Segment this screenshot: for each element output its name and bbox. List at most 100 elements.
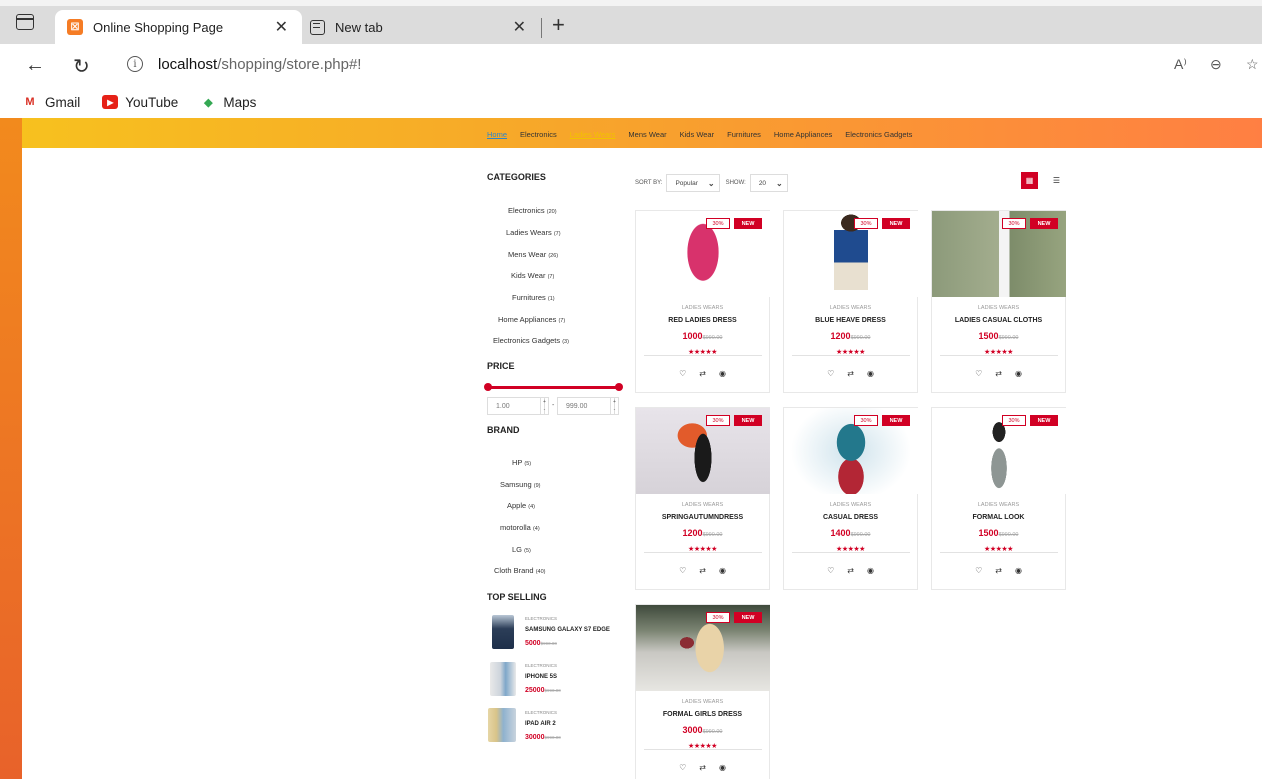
price-slider[interactable] (484, 383, 623, 391)
bookmark-maps[interactable]: ◆ Maps (200, 95, 256, 110)
top-selling-name[interactable]: IPHONE 5S (525, 674, 557, 680)
nav-electronics[interactable]: Electronics (520, 130, 557, 139)
price-min-stepper[interactable]: + - (540, 397, 549, 415)
show-select[interactable]: 20 ⌄ (749, 174, 788, 192)
tab-new-tab[interactable]: New tab ✕ (300, 10, 540, 44)
price-slider-max-handle[interactable] (615, 383, 623, 391)
compare-icon[interactable]: ⇄ (699, 566, 706, 575)
product-name[interactable]: SPRINGAUTUMNDRESS (636, 514, 769, 521)
brand-samsung[interactable]: Samsung (9) (500, 480, 541, 489)
site-info-icon[interactable]: i (127, 56, 143, 72)
category-furnitures[interactable]: Furnitures (1) (512, 293, 555, 302)
quick-view-icon[interactable]: ◉ (719, 763, 726, 772)
compare-icon[interactable]: ⇄ (995, 369, 1002, 378)
nav-kids-wear[interactable]: Kids Wear (680, 130, 714, 139)
new-tab-button[interactable]: + (552, 14, 565, 36)
tab-actions-icon[interactable] (16, 14, 34, 30)
price-max-input[interactable]: 999.00 (557, 397, 615, 415)
tab-online-shopping[interactable]: ☒ Online Shopping Page ✕ (55, 10, 302, 44)
top-selling-image[interactable] (488, 708, 516, 742)
compare-icon[interactable]: ⇄ (699, 369, 706, 378)
favorite-star-icon[interactable]: ☆ (1246, 56, 1259, 73)
zoom-icon[interactable]: ⊖ (1210, 56, 1222, 73)
quick-view-icon[interactable]: ◉ (1015, 566, 1022, 575)
price-max-stepper[interactable]: + - (610, 397, 619, 415)
compare-icon[interactable]: ⇄ (995, 566, 1002, 575)
top-selling-image[interactable] (490, 662, 516, 696)
product-price: 1500$990.00 (932, 528, 1065, 538)
category-name: Electronics (508, 206, 545, 215)
bookmark-gmail[interactable]: M Gmail (22, 95, 80, 110)
category-electronics[interactable]: Electronics (20) (508, 206, 557, 215)
close-tab-icon[interactable]: ✕ (275, 17, 288, 37)
brand-cloth-brand[interactable]: Cloth Brand (40) (494, 566, 545, 575)
price-separator: - (552, 402, 555, 409)
nav-electronics-gadgets[interactable]: Electronics Gadgets (845, 130, 912, 139)
list-view-button[interactable]: ☰ (1048, 172, 1065, 189)
nav-home[interactable]: Home (487, 130, 507, 139)
product-card[interactable]: 30% NEW LADIES WEARS RED LADIES DRESS 10… (635, 210, 770, 393)
wishlist-icon[interactable]: ♡ (827, 566, 834, 575)
nav-home-appliances[interactable]: Home Appliances (774, 130, 832, 139)
quick-view-icon[interactable]: ◉ (719, 566, 726, 575)
wishlist-icon[interactable]: ♡ (975, 369, 982, 378)
brand-lg[interactable]: LG (5) (512, 545, 531, 554)
product-card[interactable]: 30% NEW LADIES WEARS LADIES CASUAL CLOTH… (931, 210, 1066, 393)
price-slider-min-handle[interactable] (484, 383, 492, 391)
url-field[interactable]: localhost/shopping/store.php#! (158, 56, 361, 73)
product-name[interactable]: CASUAL DRESS (784, 514, 917, 521)
category-name: Home Appliances (498, 315, 557, 324)
product-name[interactable]: LADIES CASUAL CLOTHS (932, 317, 1065, 324)
product-price: 1000$990.00 (636, 331, 769, 341)
compare-icon[interactable]: ⇄ (699, 763, 706, 772)
back-icon[interactable]: ← (25, 54, 45, 77)
brand-motorolla[interactable]: motorolla (4) (500, 523, 540, 532)
product-actions: ♡ ⇄ ◉ (784, 369, 917, 378)
close-tab-icon[interactable]: ✕ (513, 17, 526, 37)
quick-view-icon[interactable]: ◉ (719, 369, 726, 378)
wishlist-icon[interactable]: ♡ (679, 369, 686, 378)
refresh-icon[interactable]: ↻ (73, 54, 90, 79)
old-price: $990.00 (702, 729, 723, 735)
top-selling-name[interactable]: IPAD AIR 2 (525, 721, 556, 727)
new-badge: NEW (734, 415, 762, 426)
product-name[interactable]: RED LADIES DRESS (636, 317, 769, 324)
brand-apple[interactable]: Apple (4) (507, 501, 535, 510)
read-aloud-icon[interactable]: A⁾ (1174, 56, 1187, 73)
wishlist-icon[interactable]: ♡ (679, 763, 686, 772)
price-min-input[interactable]: 1.00 (487, 397, 545, 415)
top-selling-image[interactable] (492, 615, 514, 649)
category-electronics-gadgets[interactable]: Electronics Gadgets (3) (493, 336, 569, 345)
product-card[interactable]: 30% NEW LADIES WEARS CASUAL DRESS 1400$9… (783, 407, 918, 590)
compare-icon[interactable]: ⇄ (847, 369, 854, 378)
wishlist-icon[interactable]: ♡ (679, 566, 686, 575)
brand-hp[interactable]: HP (5) (512, 458, 531, 467)
category-home-appliances[interactable]: Home Appliances (7) (498, 315, 565, 324)
nav-mens-wear[interactable]: Mens Wear (628, 130, 666, 139)
category-mens-wear[interactable]: Mens Wear (26) (508, 250, 558, 259)
quick-view-icon[interactable]: ◉ (867, 566, 874, 575)
product-card[interactable]: 30% NEW LADIES WEARS FORMAL LOOK 1500$99… (931, 407, 1066, 590)
compare-icon[interactable]: ⇄ (847, 566, 854, 575)
product-name[interactable]: FORMAL GIRLS DRESS (636, 711, 769, 718)
quick-view-icon[interactable]: ◉ (1015, 369, 1022, 378)
grid-view-button[interactable]: ▦ (1021, 172, 1038, 189)
product-card[interactable]: 30% NEW LADIES WEARS FORMAL GIRLS DRESS … (635, 604, 770, 779)
product-name[interactable]: FORMAL LOOK (932, 514, 1065, 521)
sort-select[interactable]: Popular ⌄ (666, 174, 720, 192)
wishlist-icon[interactable]: ♡ (827, 369, 834, 378)
categories-title: CATEGORIES (487, 172, 546, 182)
product-card[interactable]: 30% NEW LADIES WEARS BLUE HEAVE DRESS 12… (783, 210, 918, 393)
nav-ladies-wears[interactable]: Ladies Wears (570, 130, 616, 139)
quick-view-icon[interactable]: ◉ (867, 369, 874, 378)
bookmark-youtube[interactable]: ▶ YouTube (102, 95, 178, 110)
wishlist-icon[interactable]: ♡ (975, 566, 982, 575)
nav-furnitures[interactable]: Furnitures (727, 130, 761, 139)
top-selling-name[interactable]: SAMSUNG GALAXY S7 EDGE (525, 627, 610, 633)
category-ladies-wears[interactable]: Ladies Wears (7) (506, 228, 561, 237)
category-name: Kids Wear (511, 271, 546, 280)
product-name[interactable]: BLUE HEAVE DRESS (784, 317, 917, 324)
product-card[interactable]: 30% NEW LADIES WEARS SPRINGAUTUMNDRESS 1… (635, 407, 770, 590)
category-kids-wear[interactable]: Kids Wear (7) (511, 271, 554, 280)
divider (644, 749, 762, 750)
